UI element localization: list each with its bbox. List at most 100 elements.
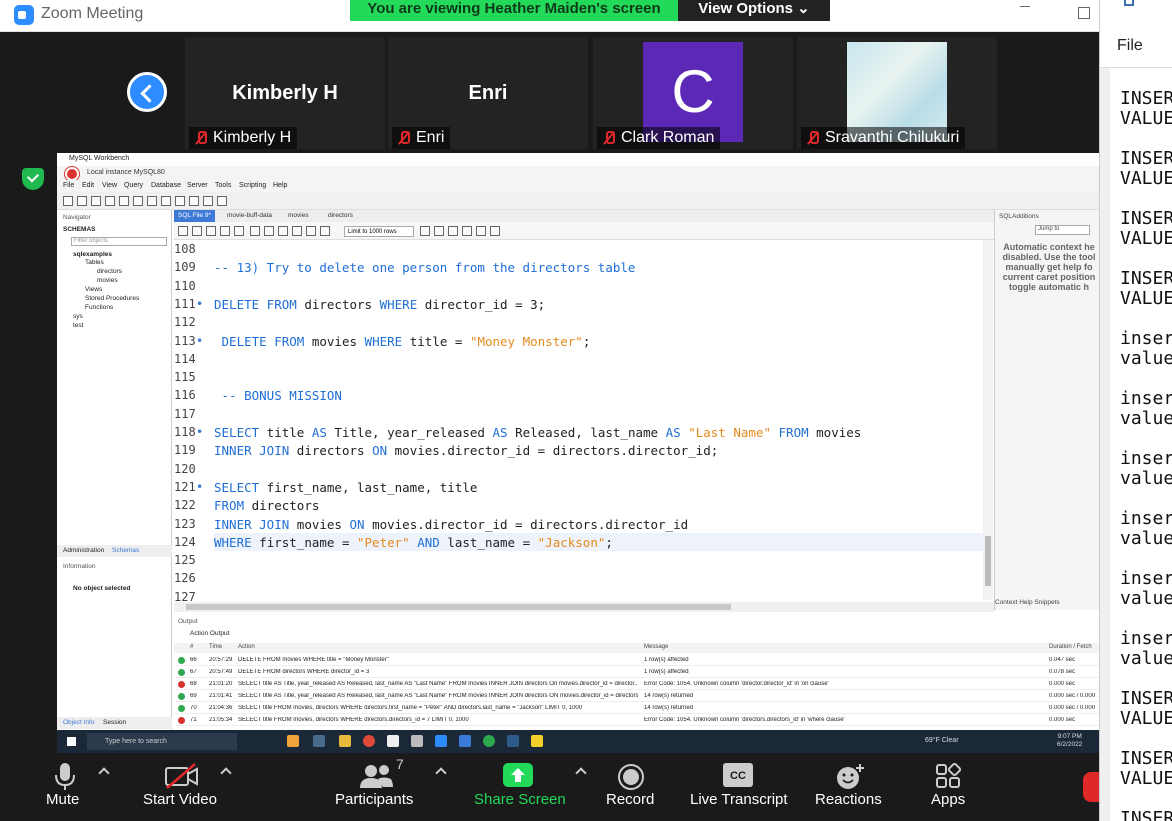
editor-toolbar-icon[interactable]: [306, 226, 316, 236]
previous-page-button[interactable]: [127, 72, 167, 112]
schema-sqlexamples[interactable]: sqlexamples: [73, 251, 112, 258]
output-row[interactable]: 70 21:04:36 SELECT title FROM movies, dire…: [174, 702, 1099, 714]
toolbar-button-icon[interactable]: [77, 196, 87, 206]
menu-item[interactable]: Database: [151, 182, 181, 189]
participants-options-caret[interactable]: [435, 767, 447, 779]
weather-widget[interactable]: 69°F Clear: [925, 737, 959, 744]
editor-toolbar-icon[interactable]: [178, 226, 188, 236]
scroll-thumb[interactable]: [985, 536, 991, 586]
code-line[interactable]: WHERE first_name = "Peter" AND last_name…: [214, 535, 613, 550]
end-meeting-button[interactable]: [1083, 772, 1099, 802]
view-options-button[interactable]: View Options ⌄: [678, 0, 830, 21]
notepad-scrollbar[interactable]: [1100, 68, 1110, 821]
home-icon[interactable]: [65, 167, 79, 181]
menu-item[interactable]: Edit: [82, 182, 94, 189]
menu-item[interactable]: Tools: [215, 182, 231, 189]
tab-sql-file[interactable]: SQL File 9*: [174, 210, 215, 222]
editor-toolbar-icon[interactable]: [462, 226, 472, 236]
menu-item[interactable]: Scripting: [239, 182, 266, 189]
toolbar-button-icon[interactable]: [133, 196, 143, 206]
additions-tabs[interactable]: Context Help Snippets: [995, 599, 1060, 606]
action-output-select[interactable]: Action Output: [190, 630, 272, 640]
schema-sys[interactable]: sys: [73, 313, 83, 320]
video-options-caret[interactable]: [220, 767, 232, 779]
code-line[interactable]: -- 13) Try to delete one person from the…: [214, 260, 635, 275]
editor-toolbar-icon[interactable]: [192, 226, 202, 236]
sticky-notes-icon[interactable]: [531, 735, 543, 747]
toolbar-button-icon[interactable]: [175, 196, 185, 206]
toolbar-button-icon[interactable]: [203, 196, 213, 206]
schema-test[interactable]: test: [73, 322, 83, 329]
tab-session[interactable]: Session: [103, 719, 126, 726]
output-row[interactable]: 69 21:01:41 SELECT title AS Title, year_re…: [174, 690, 1099, 702]
tab-movie-buff-data[interactable]: movie-buff-data: [227, 212, 272, 219]
editor-toolbar-icon[interactable]: [320, 226, 330, 236]
toolbar-button-icon[interactable]: [63, 196, 73, 206]
editor-toolbar-icon[interactable]: [490, 226, 500, 236]
editor-toolbar-icon[interactable]: [220, 226, 230, 236]
code-line[interactable]: INNER JOIN movies ON movies.director_id …: [214, 517, 688, 532]
taskbar-app-icon[interactable]: [459, 735, 471, 747]
table-movies[interactable]: movies: [97, 277, 118, 284]
scroll-thumb[interactable]: [186, 604, 731, 610]
taskbar-app-icon[interactable]: [287, 735, 299, 747]
tree-functions[interactable]: Functions: [85, 304, 113, 311]
instance-tab[interactable]: Local instance MySQL80: [87, 169, 165, 176]
menu-item[interactable]: Help: [273, 182, 287, 189]
code-line[interactable]: -- BONUS MISSION: [214, 388, 342, 403]
tree-views[interactable]: Views: [85, 286, 102, 293]
taskbar-app-icon[interactable]: [313, 735, 325, 747]
tab-schemas[interactable]: Schemas: [112, 547, 139, 554]
editor-toolbar-icon[interactable]: [250, 226, 260, 236]
jump-to-select[interactable]: Jump to: [1035, 225, 1090, 235]
menu-file[interactable]: File: [1117, 37, 1143, 55]
tree-tables[interactable]: Tables: [85, 259, 104, 266]
maximize-icon[interactable]: [1078, 7, 1090, 19]
filter-input[interactable]: Filter objects: [71, 237, 167, 246]
editor-toolbar-icon[interactable]: [476, 226, 486, 236]
participant-tile[interactable]: Kimberly H Kimberly H: [185, 37, 385, 149]
toolbar-button-icon[interactable]: [161, 196, 171, 206]
toolbar-button-icon[interactable]: [91, 196, 101, 206]
taskbar-clock[interactable]: 9:07 PM 6/2/2022: [1057, 733, 1082, 749]
code-line[interactable]: DELETE FROM movies WHERE title = "Money …: [214, 334, 591, 349]
output-row[interactable]: 66 20:57:29 DELETE FROM movies WHERE title…: [174, 654, 1099, 666]
tab-object-info[interactable]: Object Info: [63, 719, 94, 726]
editor-toolbar-icon[interactable]: [234, 226, 244, 236]
editor-toolbar-icon[interactable]: [206, 226, 216, 236]
editor-toolbar-icon[interactable]: [292, 226, 302, 236]
encryption-shield-icon[interactable]: [22, 168, 44, 190]
editor-horizontal-scrollbar[interactable]: [174, 602, 994, 612]
limit-rows-select[interactable]: Limit to 1000 rows: [344, 226, 414, 237]
taskbar-app-icon[interactable]: [387, 735, 399, 747]
mute-options-caret[interactable]: [98, 767, 110, 779]
toolbar-button-icon[interactable]: [105, 196, 115, 206]
tab-directors[interactable]: directors: [328, 212, 353, 219]
windows-start-icon[interactable]: [67, 737, 76, 746]
editor-vertical-scrollbar[interactable]: [983, 240, 993, 600]
toolbar-button-icon[interactable]: [189, 196, 199, 206]
participant-tile[interactable]: C Clark Roman: [593, 37, 793, 149]
minimize-icon[interactable]: [1020, 6, 1030, 7]
menu-item[interactable]: Server: [187, 182, 208, 189]
editor-toolbar-icon[interactable]: [448, 226, 458, 236]
taskbar-app-icon[interactable]: [339, 735, 351, 747]
share-options-caret[interactable]: [575, 767, 587, 779]
code-line[interactable]: INNER JOIN directors ON movies.director_…: [214, 443, 718, 458]
taskbar-search-input[interactable]: Type here to search: [87, 733, 237, 750]
workbench-taskbar-icon[interactable]: [507, 735, 519, 747]
tab-movies[interactable]: movies: [288, 212, 309, 219]
editor-toolbar-icon[interactable]: [278, 226, 288, 236]
participant-tile[interactable]: Sravanthi Chilukuri: [797, 37, 997, 149]
editor-toolbar-icon[interactable]: [434, 226, 444, 236]
menu-item[interactable]: Query: [124, 182, 143, 189]
output-row[interactable]: 67 20:57:49 DELETE FROM directors WHERE di…: [174, 666, 1099, 678]
code-line[interactable]: DELETE FROM directors WHERE director_id …: [214, 297, 545, 312]
output-row[interactable]: 68 21:01:20 SELECT title AS Title, year_re…: [174, 678, 1099, 690]
tree-stored-procedures[interactable]: Stored Procedures: [85, 295, 139, 302]
code-line[interactable]: FROM directors: [214, 498, 319, 513]
table-directors[interactable]: directors: [97, 268, 122, 275]
taskbar-app-icon[interactable]: [483, 735, 495, 747]
taskbar-app-icon[interactable]: [411, 735, 423, 747]
code-line[interactable]: SELECT first_name, last_name, title: [214, 480, 477, 495]
